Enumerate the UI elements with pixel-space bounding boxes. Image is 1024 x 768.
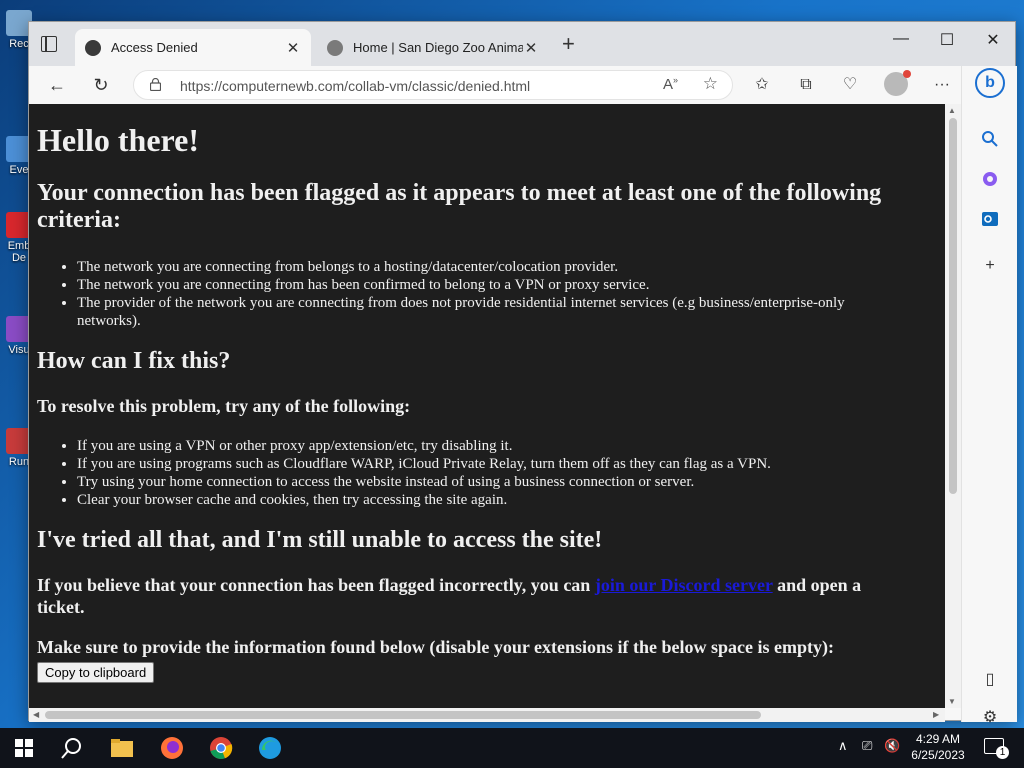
- notification-center-icon[interactable]: 1: [984, 738, 1009, 759]
- browser-sidebar: b + ▯ ⚙: [961, 66, 1017, 726]
- favorites-icon[interactable]: ✩: [751, 74, 773, 96]
- browser-toolbar: ← ↻ https://computernewb.com/collab-vm/c…: [29, 66, 1015, 104]
- scroll-up-arrow-icon[interactable]: ▲: [948, 106, 956, 115]
- lock-icon: [150, 78, 161, 91]
- resolve-intro: To resolve this problem, try any of the …: [37, 396, 411, 416]
- copilot-icon[interactable]: [978, 170, 1002, 194]
- list-item: The network you are connecting from has …: [77, 276, 907, 294]
- tab-access-denied[interactable]: Access Denied ✕: [75, 29, 311, 66]
- page-favicon-icon: [85, 39, 101, 56]
- read-aloud-icon[interactable]: A»: [663, 75, 678, 93]
- bing-chat-icon[interactable]: b: [975, 68, 1005, 98]
- scroll-down-arrow-icon[interactable]: ▼: [948, 697, 956, 706]
- tab-title: Access Denied: [111, 40, 198, 55]
- vertical-scrollbar[interactable]: ▲ ▼: [945, 104, 961, 708]
- desktop-icon-label: Rec: [9, 38, 29, 50]
- list-item: The provider of the network you are conn…: [77, 294, 907, 330]
- info-paragraph: Make sure to provide the information fou…: [37, 637, 835, 657]
- list-item: Clear your browser cache and cookies, th…: [77, 491, 771, 509]
- notification-badge: 1: [996, 746, 1009, 759]
- network-icon[interactable]: ⎚: [862, 738, 872, 754]
- address-bar[interactable]: https://computernewb.com/collab-vm/class…: [133, 70, 733, 100]
- more-options-icon[interactable]: ···: [931, 74, 953, 96]
- maximize-button[interactable]: ☐: [932, 30, 962, 50]
- tried-heading: I've tried all that, and I'm still unabl…: [37, 527, 603, 553]
- refresh-button[interactable]: ↻: [89, 74, 113, 96]
- desktop-icon-label: Run: [8, 456, 30, 468]
- clock-date: 6/25/2023: [911, 748, 965, 762]
- tab-actions-icon[interactable]: [41, 35, 57, 52]
- fix-heading: How can I fix this?: [37, 348, 231, 374]
- page-title: Hello there!: [37, 122, 200, 158]
- criteria-list: The network you are connecting from belo…: [77, 258, 907, 330]
- vertical-scroll-thumb[interactable]: [949, 118, 957, 494]
- start-button[interactable]: [12, 734, 40, 762]
- horizontal-scroll-thumb[interactable]: [45, 711, 761, 719]
- file-explorer-icon[interactable]: [108, 734, 136, 762]
- page-viewport[interactable]: Hello there! Your connection has been fl…: [29, 104, 945, 708]
- chrome-icon[interactable]: [207, 734, 235, 762]
- taskbar: ∧ ⎚ 🔇 4:29 AM 6/25/2023 1: [0, 728, 1024, 768]
- copy-to-clipboard-button[interactable]: Copy to clipboard: [37, 662, 155, 683]
- tab-san-diego-zoo[interactable]: Home | San Diego Zoo Animals & ✕: [317, 29, 549, 66]
- flagged-heading: Your connection has been flagged as it a…: [37, 180, 882, 233]
- scroll-left-arrow-icon[interactable]: ◀: [33, 710, 39, 719]
- outlook-icon[interactable]: [978, 210, 1002, 234]
- scroll-right-arrow-icon[interactable]: ▶: [933, 710, 939, 719]
- search-icon[interactable]: [978, 130, 1002, 154]
- edge-icon[interactable]: [256, 734, 284, 762]
- desktop-icon-label: Eve: [9, 164, 29, 176]
- tab-bar: Access Denied ✕ Home | San Diego Zoo Ani…: [29, 22, 1015, 66]
- tab-close-icon[interactable]: ✕: [523, 39, 539, 57]
- horizontal-scrollbar[interactable]: ◀ ▶: [29, 708, 945, 722]
- split-screen-icon[interactable]: ▯: [978, 668, 1002, 692]
- list-item: The network you are connecting from belo…: [77, 258, 907, 276]
- url-text: https://computernewb.com/collab-vm/class…: [180, 78, 531, 94]
- close-button[interactable]: ✕: [978, 30, 1008, 50]
- new-tab-button[interactable]: +: [562, 33, 575, 55]
- system-clock[interactable]: 4:29 AM 6/25/2023: [905, 731, 971, 763]
- list-item: Try using your home connection to access…: [77, 473, 771, 491]
- globe-icon: [327, 39, 343, 56]
- browser-window: Access Denied ✕ Home | San Diego Zoo Ani…: [28, 21, 1017, 726]
- back-button[interactable]: ←: [45, 74, 69, 96]
- profile-avatar[interactable]: [884, 70, 911, 96]
- discord-link[interactable]: join our Discord server: [595, 575, 773, 595]
- clock-time: 4:29 AM: [915, 732, 961, 746]
- desktop-icon-label: Emb: [7, 240, 31, 252]
- add-icon[interactable]: +: [978, 254, 1002, 278]
- settings-icon[interactable]: ⚙: [978, 706, 1002, 730]
- tab-close-icon[interactable]: ✕: [285, 39, 301, 57]
- fixes-list: If you are using a VPN or other proxy ap…: [77, 437, 771, 509]
- firefox-icon[interactable]: [158, 734, 186, 762]
- list-item: If you are using a VPN or other proxy ap…: [77, 437, 771, 455]
- ticket-text: If you believe that your connection has …: [37, 575, 595, 595]
- search-icon[interactable]: [58, 734, 86, 762]
- minimize-button[interactable]: —: [886, 30, 916, 48]
- ticket-paragraph: If you believe that your connection has …: [37, 574, 907, 618]
- tab-title: Home | San Diego Zoo Animals &: [353, 40, 523, 55]
- volume-muted-icon[interactable]: 🔇: [884, 738, 900, 754]
- collections-icon[interactable]: ⧉: [795, 74, 817, 96]
- show-hidden-icons-icon[interactable]: ∧: [838, 738, 848, 754]
- desktop-icon-label: De: [11, 252, 27, 264]
- favorite-star-icon[interactable]: ☆: [703, 74, 718, 94]
- list-item: If you are using programs such as Cloudf…: [77, 455, 771, 473]
- browser-essentials-icon[interactable]: ♡: [839, 74, 861, 96]
- desktop-icon-label: Visu: [8, 344, 30, 356]
